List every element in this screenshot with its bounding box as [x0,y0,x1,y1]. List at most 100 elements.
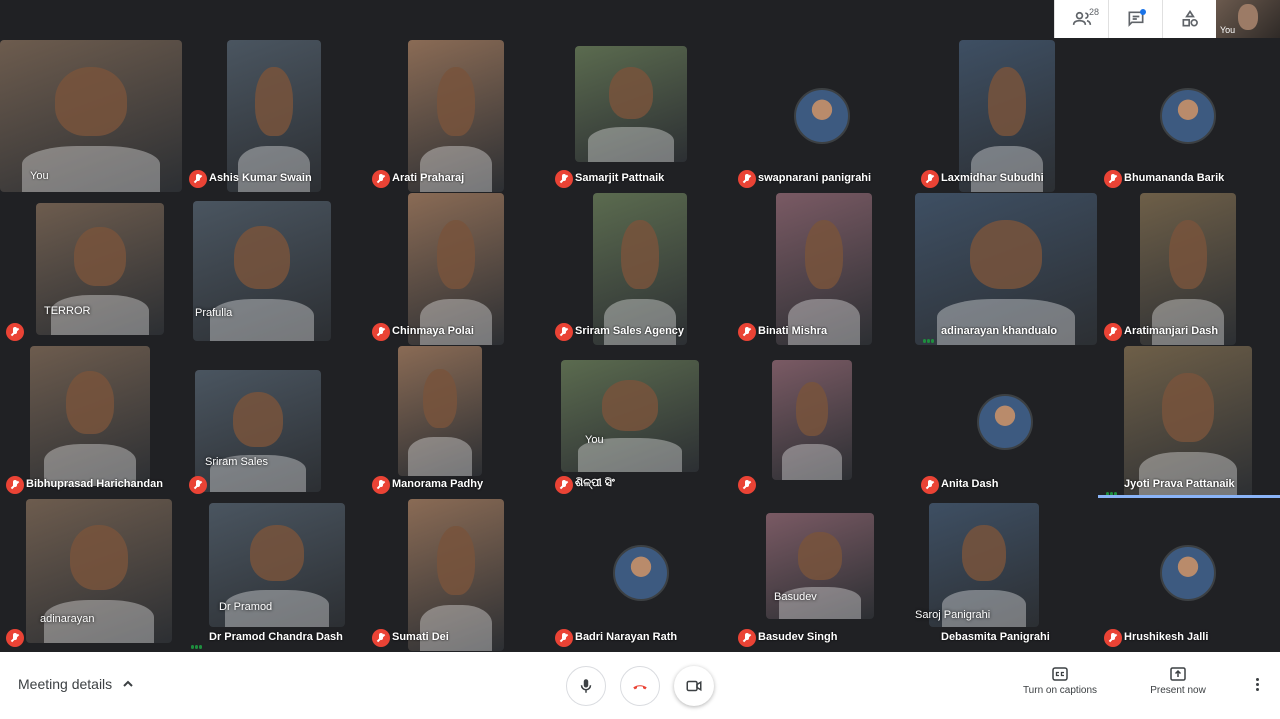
mic-off-icon [921,476,939,494]
participant-name: Bibhuprasad Harichandan [26,478,163,490]
participant-grid: You Ashis Kumar Swain Arati Praharaj Samarj… [0,40,1280,651]
phone-hangup-icon [633,685,647,690]
participant-video [776,193,872,345]
participant-body [970,146,1044,192]
participant-name: Chinmaya Polai [392,325,474,337]
participant-tile[interactable] [732,346,914,498]
camera-button[interactable] [674,666,714,706]
participant-tile[interactable]: Manorama Padhy [366,346,548,498]
participant-name: Manorama Padhy [392,478,484,490]
mic-off-icon [189,476,207,494]
meet-window: 28 You You Ashis Kumar Swain Arati Prahara… [0,0,1280,719]
self-view-thumbnail[interactable]: You [1216,0,1280,38]
participant-tile[interactable]: Jyoti Prava Pattanaik [1098,346,1280,498]
participant-tile[interactable]: Basudev Basudev Singh [732,499,914,651]
participant-video-label: Basudev [774,591,817,603]
top-controls: 28 You [1054,0,1280,38]
participant-tile[interactable]: Aratimanjari Dash [1098,193,1280,345]
shapes-icon [1182,9,1198,27]
mic-off-icon [372,323,390,341]
participant-tile[interactable]: Chinmaya Polai [366,193,548,345]
participant-tile[interactable]: Arati Praharaj [366,40,548,192]
participant-face [74,226,126,287]
participant-face [621,220,659,289]
participants-button[interactable]: 28 [1054,0,1108,38]
participant-name: Dr Pramod Chandra Dash [209,631,343,643]
participant-body [238,146,310,192]
participant-tile[interactable]: TERROR [0,193,182,345]
participant-tile[interactable]: adinarayan [0,499,182,651]
hang-up-button[interactable] [620,666,660,706]
participant-body [588,127,674,162]
participant-tile[interactable]: Prafulla [183,193,365,345]
self-thumb-face [1238,4,1258,30]
participant-tile[interactable]: adinarayan khandualo [915,193,1097,345]
participant-video-label: adinarayan [40,613,95,625]
participant-tile[interactable]: Sriram Sales Agency [549,193,731,345]
participant-face [436,220,476,289]
participant-name: Ashis Kumar Swain [209,172,312,184]
self-thumb-label: You [1220,25,1236,35]
participant-video-label: Saroj Panigrahi [915,609,991,621]
participant-face [54,67,128,136]
participant-name: Binati Mishra [758,325,828,337]
participant-tile[interactable]: swapnarani panigrahi [732,40,914,192]
microphone-button[interactable] [566,666,606,706]
closed-captions-icon [1052,667,1068,681]
activities-button[interactable] [1162,0,1216,38]
participant-face [436,526,476,595]
mic-off-icon [1104,323,1122,341]
participant-body [936,299,1076,345]
participant-name: Aratimanjari Dash [1124,325,1219,337]
participant-tile[interactable]: Binati Mishra [732,193,914,345]
participant-tile[interactable]: Sumati Dei [366,499,548,651]
participant-video [195,370,321,492]
participant-face [798,532,842,580]
participant-face [602,380,658,431]
participant-video [1140,193,1236,345]
participant-tile[interactable]: Bibhuprasad Harichandan [0,346,182,498]
mic-off-icon [921,170,939,188]
participant-name: Sriram Sales Agency [575,325,685,337]
present-screen-icon [1170,667,1186,681]
participant-tile[interactable]: You [0,40,182,192]
participant-video [227,40,321,192]
meeting-details-button[interactable]: Meeting details [18,676,134,692]
participant-face [66,371,114,435]
present-label: Present now [1150,685,1206,696]
participant-video [1124,346,1252,498]
chat-unread-dot [1140,9,1146,15]
participant-face [987,67,1027,136]
participant-name: Anita Dash [941,478,999,490]
participant-avatar [794,88,850,144]
participant-tile[interactable]: Anita Dash [915,346,1097,498]
participant-tile[interactable]: Sriram Sales [183,346,365,498]
mic-off-icon [738,323,756,341]
more-options-button[interactable] [1248,676,1266,696]
participant-avatar [613,545,669,601]
participant-face [1162,373,1214,442]
participant-tile[interactable]: Bhumananda Barik [1098,40,1280,192]
chat-button[interactable] [1108,0,1162,38]
participant-tile[interactable]: Samarjit Pattnaik [549,40,731,192]
mic-off-icon [6,629,24,647]
participant-face [804,220,844,289]
participant-video [30,346,150,486]
present-button[interactable]: Present now [1133,667,1223,696]
participant-tile[interactable]: Dr Pramod Dr Pramod Chandra Dash [183,499,365,651]
participant-tile[interactable]: Badri Narayan Rath [549,499,731,651]
video-camera-icon [686,680,702,692]
participant-video [593,193,687,345]
participant-face [436,67,476,136]
participant-tile[interactable]: Hrushikesh Jalli [1098,499,1280,651]
mic-off-icon [738,170,756,188]
captions-button[interactable]: Turn on captions [1015,667,1105,696]
participant-tile[interactable]: Ashis Kumar Swain [183,40,365,192]
participant-face [232,391,284,447]
participant-count: 28 [1088,7,1099,17]
participant-body [408,437,472,476]
participant-tile[interactable]: Saroj Panigrahi Debasmita Panigrahi [915,499,1097,651]
participant-tile[interactable]: You ଶିଳ୍ପୀ ସିଂ [549,346,731,498]
participant-tile[interactable]: Laxmidhar Subudhi [915,40,1097,192]
participant-name: Debasmita Panigrahi [941,631,1050,643]
